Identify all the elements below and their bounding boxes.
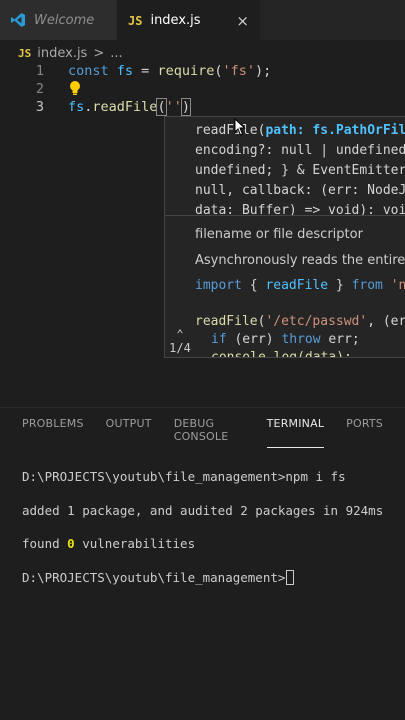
tab-welcome[interactable]: Welcome	[0, 0, 118, 40]
signature-line: encoding?: null | undefined;	[195, 143, 405, 158]
chevron-up-icon[interactable]: ⌃	[167, 327, 193, 341]
breadcrumb-more[interactable]: ...	[110, 46, 122, 61]
code-line-content: fs.readFile('')	[68, 98, 192, 116]
tab-welcome-label: Welcome	[34, 12, 95, 28]
hover-divider	[165, 215, 405, 216]
editor-tab-bar: Welcome JS index.js ×	[0, 0, 405, 40]
tab-debug-console[interactable]: DEBUG CONSOLE	[174, 417, 245, 448]
javascript-file-icon: JS	[128, 13, 143, 28]
vscode-logo-icon	[11, 13, 25, 27]
line-number: 3	[35, 99, 44, 115]
terminal-output-line: found 0 vulnerabilities	[22, 536, 196, 551]
parameter-hints-widget[interactable]: readFile(path: fs.PathOrFileD encoding?:…	[164, 116, 405, 358]
javascript-file-icon: JS	[18, 46, 32, 60]
param-documentation: filename or file descriptor	[195, 227, 363, 242]
breadcrumb-file[interactable]: index.js	[37, 46, 87, 61]
code-line: 1 const fs = require('fs');	[0, 62, 271, 80]
tab-index-js[interactable]: JS index.js ×	[118, 0, 260, 40]
terminal-prompt[interactable]: D:\PROJECTS\youtub\file_management>	[22, 570, 295, 585]
tab-problems[interactable]: PROBLEMS	[22, 417, 84, 448]
example-if: if (err) throw err;	[211, 332, 360, 347]
signature-function: readFile(	[195, 123, 266, 138]
mouse-pointer-icon	[234, 118, 246, 136]
chevron-down-icon[interactable]: ⌄	[167, 355, 193, 357]
terminal-output-line: added 1 package, and audited 2 packages …	[22, 503, 384, 518]
code-line: 2	[0, 80, 44, 98]
tab-output[interactable]: OUTPUT	[106, 417, 152, 448]
terminal-cursor	[286, 570, 295, 585]
tab-terminal[interactable]: TERMINAL	[266, 417, 325, 448]
code-line: 3 fs.readFile('')	[0, 98, 192, 116]
tab-ports[interactable]: PORTS	[346, 417, 383, 448]
breadcrumb-separator: >	[93, 45, 105, 61]
breadcrumb: JS index.js > ...	[18, 43, 123, 63]
terminal-command-line: D:\PROJECTS\youtub\file_management>npm i…	[22, 469, 346, 484]
signature-line: undefined; } & EventEmitter.A	[195, 163, 405, 178]
example-call: readFile('/etc/passwd', (err,	[195, 314, 405, 329]
line-number: 2	[35, 81, 44, 97]
bottom-panel: PROBLEMS OUTPUT DEBUG CONSOLE TERMINAL P…	[0, 407, 405, 720]
example-log: console.log(data);	[211, 350, 352, 358]
panel-tabs: PROBLEMS OUTPUT DEBUG CONSOLE TERMINAL P…	[22, 417, 405, 448]
code-line-content: const fs = require('fs');	[68, 63, 272, 79]
signature-line: null, callback: (err: NodeJS.	[195, 183, 405, 198]
line-number: 1	[35, 63, 44, 79]
tab-index-js-label: index.js	[150, 13, 201, 28]
function-description: Asynchronously reads the entire co	[195, 253, 405, 268]
close-icon[interactable]: ×	[236, 12, 249, 30]
signature-active-param: path: fs.PathOrFileD	[265, 123, 405, 138]
example-import: import { readFile } from 'no	[195, 278, 405, 293]
function-signature: readFile(path: fs.PathOrFileD encoding?:…	[195, 121, 405, 221]
lightbulb-icon[interactable]	[68, 80, 82, 96]
overload-counter: 1/4	[169, 341, 191, 355]
overload-navigator[interactable]: ⌃ 1/4 ⌄	[167, 327, 193, 357]
